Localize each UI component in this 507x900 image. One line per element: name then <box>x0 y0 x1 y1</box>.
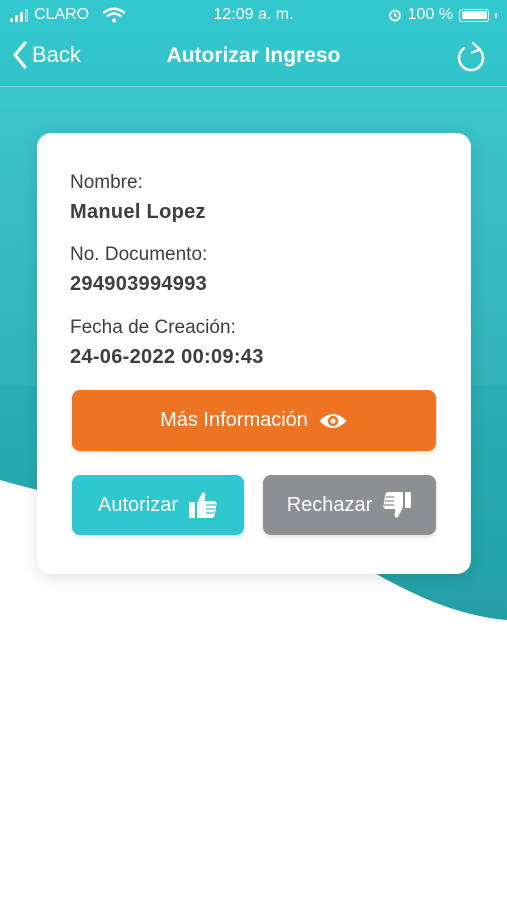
name-value: Manuel Lopez <box>70 201 206 223</box>
battery-cap <box>495 12 497 18</box>
nav-bar: Back Autorizar Ingreso <box>0 30 507 87</box>
refresh-button[interactable] <box>453 40 489 76</box>
thumbs-down-icon <box>383 492 412 518</box>
document-label: No. Documento: <box>70 244 208 265</box>
page-title: Autorizar Ingreso <box>166 44 341 67</box>
authorize-button[interactable]: Autorizar <box>72 475 244 535</box>
eye-icon <box>319 413 347 428</box>
thumbs-up-icon <box>189 492 217 518</box>
alarm-icon <box>388 9 401 22</box>
more-info-label: Más Información <box>160 409 308 431</box>
status-right: 100 % <box>388 6 497 24</box>
document-value: 294903994993 <box>70 273 208 295</box>
battery-icon <box>459 8 489 22</box>
refresh-icon <box>457 41 485 72</box>
reject-label: Rechazar <box>286 493 373 516</box>
date-value: 24-06-2022 00:09:43 <box>70 346 264 368</box>
more-info-button[interactable]: Más Información <box>72 390 436 451</box>
status-bar: CLARO 12:09 a. m. 100 % <box>0 0 507 30</box>
authorize-label: Autorizar <box>97 493 179 516</box>
name-label: Nombre: <box>70 172 143 193</box>
authorization-card: Nombre: Manuel Lopez No. Documento: 2949… <box>37 133 471 574</box>
battery-percent: 100 % <box>407 6 453 23</box>
reject-button[interactable]: Rechazar <box>263 475 436 535</box>
date-label: Fecha de Creación: <box>70 317 236 338</box>
